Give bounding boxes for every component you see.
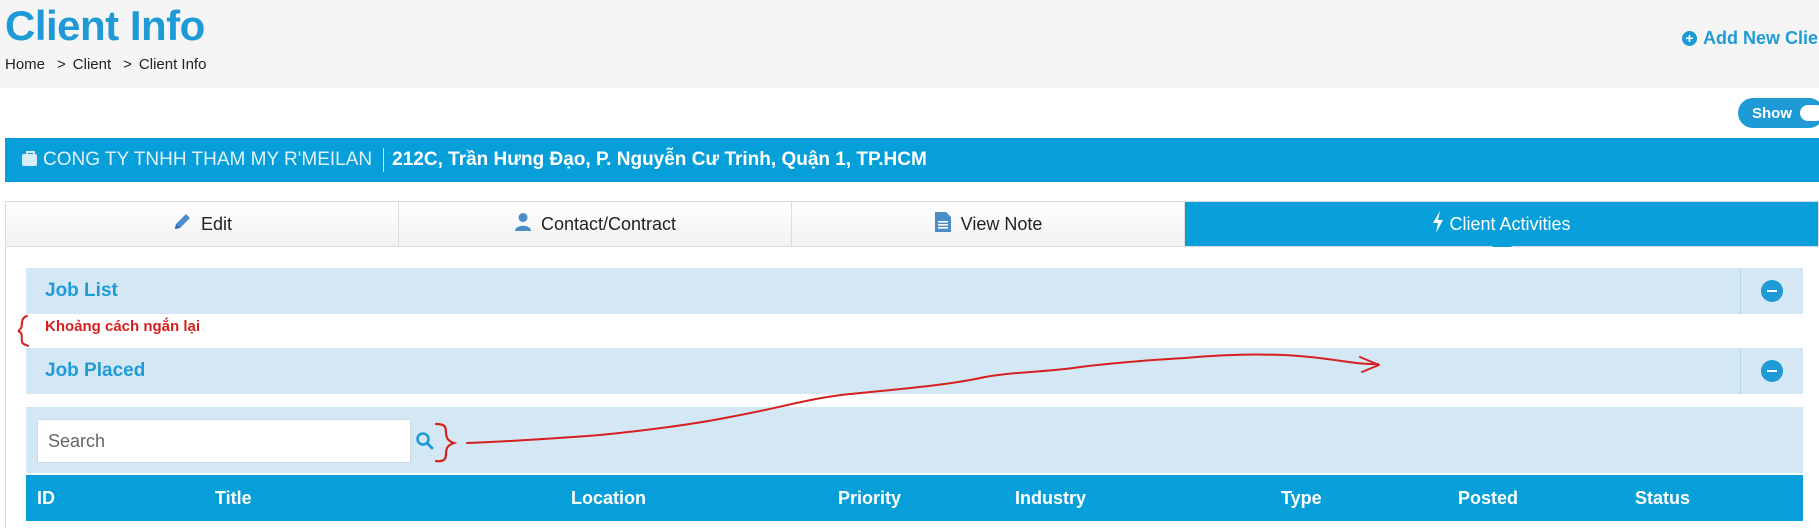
add-new-client-button[interactable]: + Add New Client [1682,28,1819,49]
page-title: Client Info [5,2,205,49]
document-icon [934,211,952,238]
tab-client-activities[interactable]: Client Activities [1185,202,1818,257]
minus-circle-icon [1761,280,1783,302]
column-header-type[interactable]: Type [1281,488,1322,509]
column-header-priority[interactable]: Priority [838,488,901,509]
annotation-note: Khoảng cách ngắn lại [45,318,201,335]
breadcrumb-home[interactable]: Home [5,56,45,73]
add-new-client-label: Add New Client [1703,28,1819,48]
breadcrumb-client[interactable]: Client [73,56,111,73]
column-header-id[interactable]: ID [37,488,55,509]
tab-view-note[interactable]: View Note [792,202,1185,246]
job-placed-collapse[interactable] [1740,348,1803,394]
toggle-knob [1800,105,1819,121]
job-list-collapse[interactable] [1740,268,1803,314]
job-list-title: Job List [45,280,118,301]
job-table-header: ID Title Location Priority Industry Type… [26,475,1803,521]
column-header-industry[interactable]: Industry [1015,488,1086,509]
job-list-panel[interactable]: Job List [26,268,1803,314]
tab-edit[interactable]: Edit [6,202,399,246]
breadcrumb-separator: > [123,56,132,73]
breadcrumb-client-info: Client Info [138,56,207,73]
search-input[interactable] [37,419,411,463]
client-address: 212C, Trần Hưng Đạo, P. Nguyễn Cư Trinh,… [392,149,927,170]
column-header-posted[interactable]: Posted [1458,488,1518,509]
tab-contact-contract-label: Contact/Contract [540,213,677,234]
column-header-title[interactable]: Title [215,488,252,509]
bolt-icon [1432,210,1444,238]
client-name: CONG TY TNHH THAM MY R'MEILAN [43,149,373,170]
minus-circle-icon [1761,360,1783,382]
page-header: Client Info Home > Client > Client Info … [0,0,1819,88]
job-placed-panel[interactable]: Job Placed [26,348,1803,394]
client-tabs: Edit Contact/Contract View Note Client A… [5,201,1819,257]
client-bar-divider [383,148,385,172]
client-info-bar: CONG TY TNHH THAM MY R'MEILAN 212C, Trần… [5,138,1819,182]
briefcase-icon [22,151,37,166]
user-icon [514,212,532,237]
pencil-icon [172,212,192,237]
show-toggle[interactable]: Show [1738,98,1819,128]
tab-view-note-label: View Note [960,213,1043,234]
job-placed-title: Job Placed [45,360,146,381]
tab-contact-contract[interactable]: Contact/Contract [399,202,792,246]
column-header-status[interactable]: Status [1635,488,1690,509]
search-area [26,407,1803,473]
tab-client-activities-label: Client Activities [1449,213,1571,234]
show-toggle-label: Show [1752,104,1792,122]
column-header-location[interactable]: Location [571,488,646,509]
plus-circle-icon: + [1682,31,1697,46]
search-icon[interactable] [415,431,437,453]
breadcrumb-separator: > [57,56,66,73]
tab-edit-label: Edit [200,213,233,234]
breadcrumb: Home > Client > Client Info [5,56,206,73]
